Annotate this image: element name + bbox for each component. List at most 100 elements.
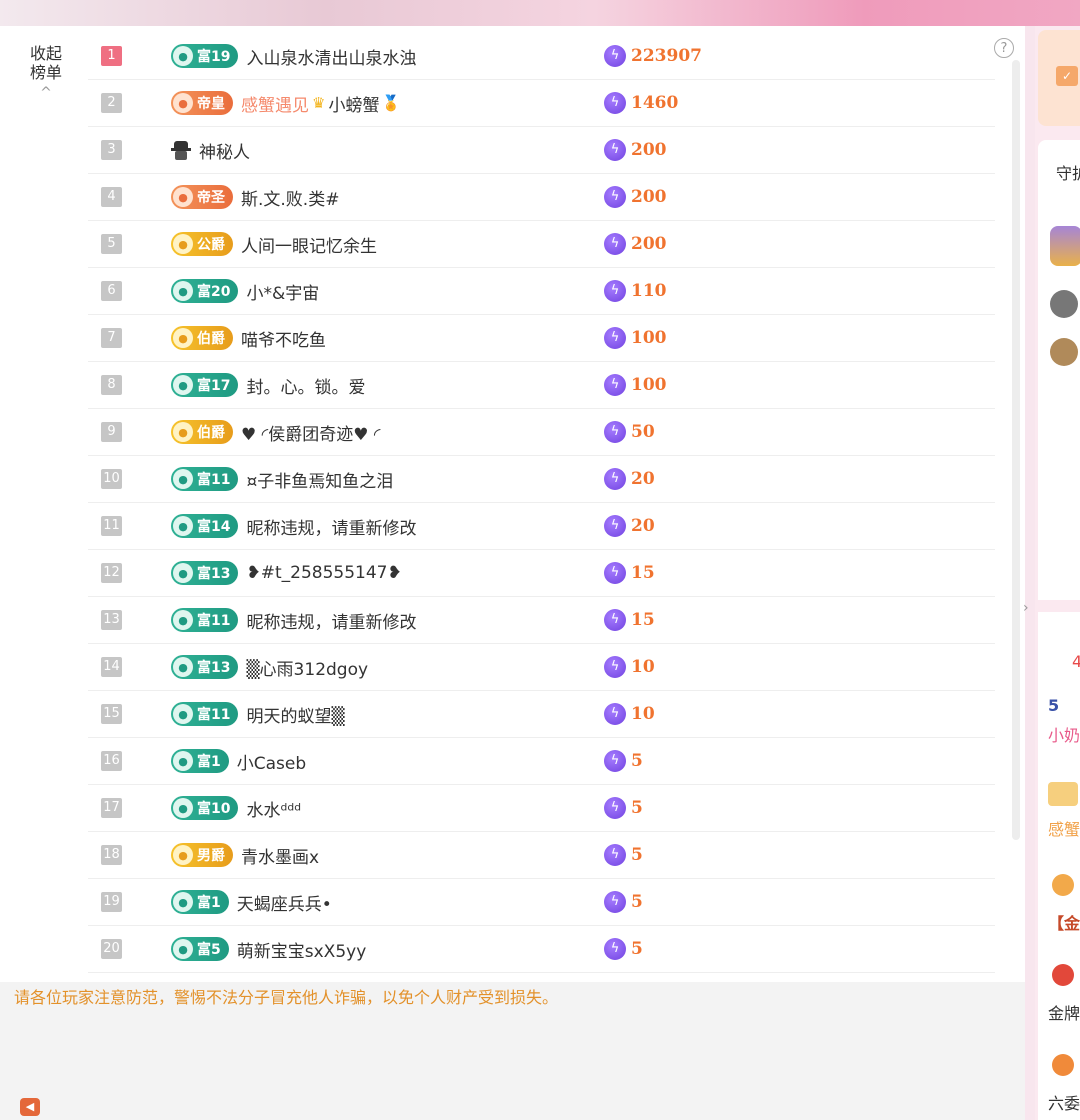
rank-row[interactable]: 1 ● 富19 入山泉水清出山泉水浊 ϟ 223907 bbox=[88, 33, 995, 80]
user-name: 昵称违规，请重新修改 bbox=[246, 518, 417, 539]
expand-arrow-icon[interactable]: › bbox=[1023, 600, 1029, 616]
user-info[interactable]: ● 富14 昵称违规，请重新修改 bbox=[171, 514, 416, 539]
rank-number: 13 bbox=[101, 610, 122, 630]
user-info[interactable]: ● 富1 小Caseb bbox=[171, 749, 306, 774]
user-info[interactable]: ● 富19 入山泉水清出山泉水浊 bbox=[171, 44, 416, 69]
rank-row[interactable]: 14 ● 富13 ▒心雨312dgoy ϟ 10 bbox=[88, 644, 995, 691]
level-badge: ● 富11 bbox=[171, 702, 239, 726]
rank-row[interactable]: 20 ● 富5 萌新宝宝sxX5yy ϟ 5 bbox=[88, 926, 995, 973]
guard-avatar-3[interactable] bbox=[1050, 338, 1078, 366]
level-badge: ● 富11 bbox=[171, 608, 239, 632]
rank-row[interactable]: 5 ● 公爵 人间一眼记忆余生 ϟ 200 bbox=[88, 221, 995, 268]
level-badge: ● 富17 bbox=[171, 373, 239, 397]
rank-row[interactable]: 9 ● 伯爵 ♥ ◜侯爵团奇迹♥ ◜ ϟ 50 bbox=[88, 409, 995, 456]
rank-row[interactable]: 15 ● 富11 明天的蚁望▒ ϟ 10 bbox=[88, 691, 995, 738]
rank-row[interactable]: 2 ● 帝皇 感蟹遇见 ♛ 小螃蟹 🏅 ϟ 1460 bbox=[88, 80, 995, 127]
level-badge-icon: ● bbox=[173, 469, 193, 489]
rank-row[interactable]: 18 ● 男爵 青水墨画x ϟ 5 bbox=[88, 832, 995, 879]
user-info[interactable]: ● 帝皇 感蟹遇见 ♛ 小螃蟹 🏅 bbox=[171, 91, 400, 116]
user-name: 入山泉水清出山泉水浊 bbox=[246, 48, 417, 69]
scrollbar[interactable] bbox=[1012, 60, 1020, 840]
rank-row[interactable]: 13 ● 富11 昵称违规，请重新修改 ϟ 15 bbox=[88, 597, 995, 644]
lightning-gift-icon: ϟ bbox=[604, 891, 626, 913]
level-badge: ● 男爵 bbox=[171, 843, 233, 867]
user-name: 斯.文.败.类# bbox=[241, 189, 340, 210]
level-badge-text: 富13 bbox=[197, 660, 231, 676]
level-badge-icon: ● bbox=[173, 281, 193, 301]
rank-row[interactable]: 17 ● 富10 水水ᵈᵈᵈ ϟ 5 bbox=[88, 785, 995, 832]
rank-row[interactable]: 3 神秘人 ϟ 200 bbox=[88, 127, 995, 174]
rank-row[interactable]: 19 ● 富1 天蝎座兵兵• ϟ 5 bbox=[88, 879, 995, 926]
lightning-gift-icon: ϟ bbox=[604, 750, 626, 772]
user-name: 青水墨画x bbox=[241, 847, 320, 868]
score-value: 20 bbox=[631, 516, 655, 536]
side-task-card[interactable]: ✓ bbox=[1038, 30, 1080, 126]
level-badge-icon: ● bbox=[173, 422, 193, 442]
rank-row[interactable]: 10 ● 富11 ¤子非鱼焉知鱼之泪 ϟ 20 bbox=[88, 456, 995, 503]
user-info[interactable]: ● 富11 明天的蚁望▒ bbox=[171, 702, 345, 727]
level-badge: ● 富1 bbox=[171, 890, 229, 914]
user-info[interactable]: ● 伯爵 喵爷不吃鱼 bbox=[171, 326, 326, 351]
side-nickname-1: 小奶 bbox=[1048, 726, 1080, 745]
user-info[interactable]: ● 富13 ▒心雨312dgoy bbox=[171, 655, 368, 680]
score-value: 100 bbox=[631, 375, 667, 395]
rank-row[interactable]: 4 ● 帝圣 斯.文.败.类# ϟ 200 bbox=[88, 174, 995, 221]
rank-number: 11 bbox=[101, 516, 122, 536]
user-info[interactable]: ● 富11 昵称违规，请重新修改 bbox=[171, 608, 416, 633]
user-info[interactable]: ● 富11 ¤子非鱼焉知鱼之泪 bbox=[171, 467, 393, 492]
guard-avatar[interactable] bbox=[1050, 226, 1080, 266]
guard-avatar-2[interactable] bbox=[1050, 290, 1078, 318]
level-badge-text: 帝圣 bbox=[197, 190, 225, 206]
level-badge-text: 帝皇 bbox=[197, 96, 225, 112]
score-value: 15 bbox=[631, 610, 655, 630]
side-gift-list: 4 5 小奶 感蟹 【金 金牌 六委 bbox=[1038, 612, 1080, 1120]
lightning-gift-icon: ϟ bbox=[604, 656, 626, 678]
user-info[interactable]: 神秘人 bbox=[171, 138, 250, 163]
user-info[interactable]: ● 富13 ❥#t_258555147❥ bbox=[171, 561, 402, 585]
user-info[interactable]: ● 男爵 青水墨画x bbox=[171, 843, 319, 868]
guard-label: 守护 bbox=[1056, 164, 1080, 183]
side-badge-icon-3 bbox=[1052, 1054, 1074, 1076]
rank-row[interactable]: 12 ● 富13 ❥#t_258555147❥ ϟ 15 bbox=[88, 550, 995, 597]
user-info[interactable]: ● 富5 萌新宝宝sxX5yy bbox=[171, 937, 366, 962]
crown-icon: ♛ bbox=[312, 94, 326, 112]
score-value: 223907 bbox=[631, 46, 702, 66]
help-icon[interactable]: ? bbox=[994, 38, 1014, 58]
rank-row[interactable]: 7 ● 伯爵 喵爷不吃鱼 ϟ 100 bbox=[88, 315, 995, 362]
rank-row[interactable]: 11 ● 富14 昵称违规，请重新修改 ϟ 20 bbox=[88, 503, 995, 550]
rank-number: 5 bbox=[101, 234, 122, 254]
user-info[interactable]: ● 富20 小*&宇宙 bbox=[171, 279, 319, 304]
level-badge-icon: ● bbox=[173, 939, 193, 959]
level-badge-icon: ● bbox=[173, 657, 193, 677]
rank-number: 17 bbox=[101, 798, 122, 818]
rank-row[interactable]: 6 ● 富20 小*&宇宙 ϟ 110 bbox=[88, 268, 995, 315]
user-info[interactable]: ● 帝圣 斯.文.败.类# bbox=[171, 185, 339, 210]
side-badge-icon-2 bbox=[1052, 964, 1074, 986]
user-info[interactable]: ● 富10 水水ᵈᵈᵈ bbox=[171, 796, 301, 821]
user-info[interactable]: ● 公爵 人间一眼记忆余生 bbox=[171, 232, 377, 257]
user-info[interactable]: ● 富1 天蝎座兵兵• bbox=[171, 890, 332, 915]
speaker-icon[interactable]: ◀ bbox=[20, 1098, 40, 1116]
user-info[interactable]: ● 伯爵 ♥ ◜侯爵团奇迹♥ ◜ bbox=[171, 420, 380, 445]
user-name: 小*&宇宙 bbox=[246, 283, 320, 304]
score: ϟ 100 bbox=[604, 327, 667, 349]
level-badge: ● 公爵 bbox=[171, 232, 233, 256]
score-value: 5 bbox=[631, 845, 643, 865]
user-info[interactable]: ● 富17 封。心。锁。爱 bbox=[171, 373, 365, 398]
level-badge-icon: ● bbox=[173, 798, 193, 818]
score: ϟ 20 bbox=[604, 515, 655, 537]
score: ϟ 200 bbox=[604, 139, 667, 161]
user-name: 明天的蚁望▒ bbox=[246, 706, 345, 727]
level-badge-icon: ● bbox=[173, 516, 193, 536]
score-value: 5 bbox=[631, 798, 643, 818]
rank-number: 1 bbox=[101, 46, 122, 66]
rank-row[interactable]: 8 ● 富17 封。心。锁。爱 ϟ 100 bbox=[88, 362, 995, 409]
lightning-gift-icon: ϟ bbox=[604, 280, 626, 302]
user-name: 昵称违规，请重新修改 bbox=[246, 612, 417, 633]
level-badge-icon: ● bbox=[173, 328, 193, 348]
rank-row[interactable]: 16 ● 富1 小Caseb ϟ 5 bbox=[88, 738, 995, 785]
level-badge-icon: ● bbox=[173, 234, 193, 254]
rank-number: 3 bbox=[101, 140, 122, 160]
level-badge-icon: ● bbox=[173, 187, 193, 207]
collapse-leaderboard-button[interactable]: 收起 榜单 ^ bbox=[22, 44, 70, 103]
